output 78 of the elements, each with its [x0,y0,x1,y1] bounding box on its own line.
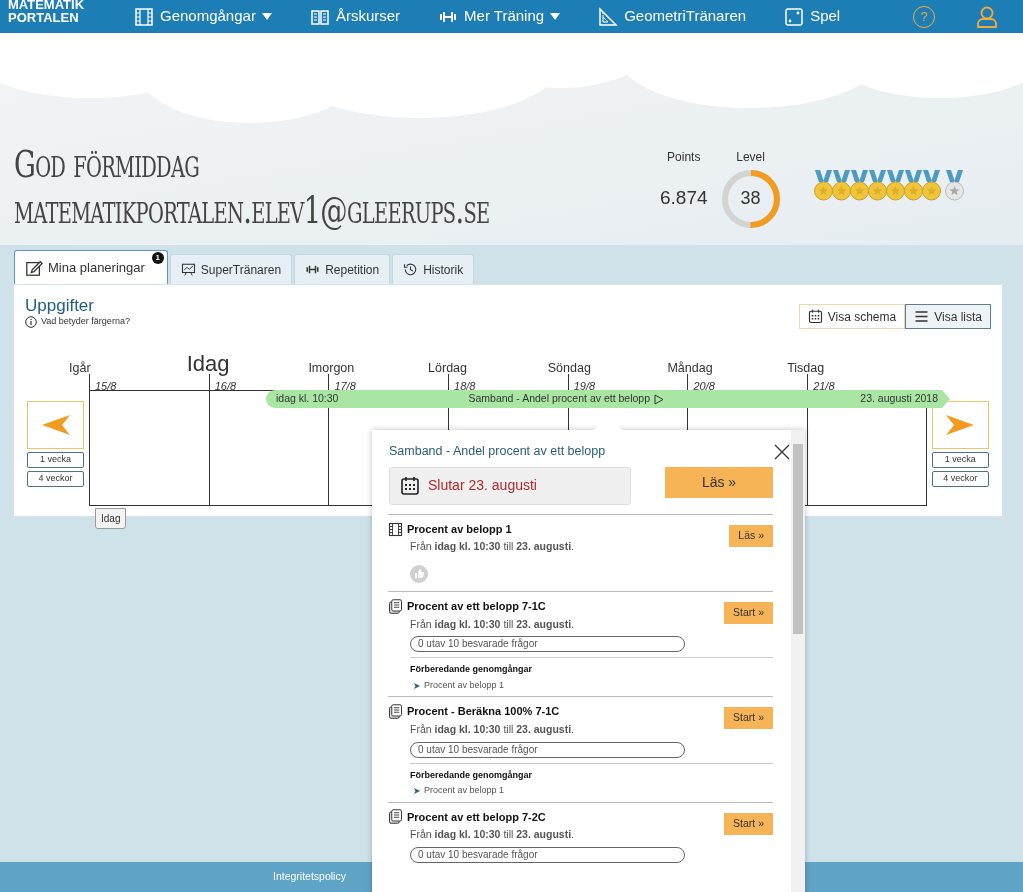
task-button[interactable]: Start » [724,812,773,835]
user-email: matematikportalen.elev1@gleerups.se [14,187,490,233]
step-forward-button[interactable]: 1 vecka [931,452,989,468]
scrollbar[interactable] [791,430,805,892]
level-label: Level [735,149,766,166]
greeting-text: God förmiddag [14,141,200,187]
nav-item[interactable]: Genomgångar [134,5,272,28]
document-icon [388,598,403,614]
task-title: Procent av ett belopp 7-1C [407,599,546,614]
history-icon [403,262,419,277]
logo[interactable]: MATEMATIK PORTALEN [8,0,118,24]
task-dates: Från idag kl. 10:30 till 23. augusti. [410,539,575,555]
step-back-button[interactable]: 1 vecka [27,452,84,468]
task-title: Procent - Beräkna 100% 7-1C [407,704,560,720]
film-icon [388,521,403,537]
popup-title: Samband - Andel procent av ett belopp [389,443,606,460]
day-label: Idag [186,350,230,378]
view-toggle-button[interactable]: Visa schema [798,304,906,329]
dice-icon [784,6,805,27]
nav-item[interactable]: Spel [784,5,841,28]
help-link[interactable]: Vad betyder färgerna? [25,315,130,329]
deadline-field: Slutar 23. augusti [389,466,631,505]
arrow-icon [414,682,420,689]
task-button[interactable]: Start » [724,707,773,730]
previous-button[interactable] [27,401,84,449]
chart-board-icon [180,262,196,277]
prep-heading: Förberedande genomgångar [410,768,534,782]
prep-link[interactable]: Procent av belopp 1 [414,784,773,798]
task-button[interactable]: Start » [724,602,773,624]
prep-link[interactable]: Procent av belopp 1 [414,678,773,693]
left-arrow-icon [40,414,71,436]
tab[interactable]: Repetition [294,254,391,284]
next-button[interactable] [931,401,989,449]
task-dates: Från idag kl. 10:30 till 23. augusti. [410,827,575,842]
prep-heading: Förberedande genomgångar [410,663,534,677]
read-button[interactable]: Läs » [665,466,773,498]
level-value: 38 [739,187,762,209]
film-icon [134,6,154,27]
close-icon[interactable] [774,444,790,460]
step-back-button[interactable]: 4 veckor [27,471,84,487]
day-label: Imorgon [308,360,355,377]
section-title: Uppgifter [25,297,95,315]
task-dates: Från idag kl. 10:30 till 23. augusti. [410,616,575,632]
points-value: 6.874 [660,186,708,210]
date-label: 15/8 [95,379,117,394]
points-label: Points [666,149,702,166]
nav-item[interactable]: Årskurser [309,5,401,28]
day-label: Söndag [547,360,591,377]
task-button[interactable]: Läs » [729,524,773,547]
list-icon [914,309,930,324]
notification-badge: 1 [151,252,164,264]
view-toggle-button[interactable]: Visa lista [905,304,991,329]
day-label: Måndag [667,360,713,377]
day-label: Lördag [428,360,467,377]
task-title: Procent av ett belopp 7-2C [407,809,546,825]
document-icon [388,809,403,825]
calendar-icon [807,309,823,324]
nav-item[interactable]: GeometriTränaren [598,5,747,28]
play-icon [654,393,664,405]
document-icon [388,704,403,719]
date-label: 16/8 [214,379,237,394]
edit-icon [25,258,43,277]
task-dates: Från idag kl. 10:30 till 23. augusti. [410,721,575,737]
tab[interactable]: Historik [392,254,475,284]
info-icon [25,315,37,328]
nav-item[interactable]: Mer Träning [438,5,561,28]
tab[interactable]: Mina planeringar 1 [14,250,168,284]
tab[interactable]: SuperTränaren [169,254,293,284]
today-tag: Idag [95,508,127,529]
right-arrow-icon [945,414,976,436]
step-forward-button[interactable]: 4 veckor [931,471,989,487]
user-icon[interactable] [977,5,997,28]
task-title: Procent av belopp 1 [407,521,512,537]
thumbs-up-icon[interactable] [410,565,428,583]
day-label: Tisdag [787,360,825,377]
day-label: Igår [69,360,91,377]
calendar-icon [400,475,420,496]
arrow-icon [414,787,420,794]
